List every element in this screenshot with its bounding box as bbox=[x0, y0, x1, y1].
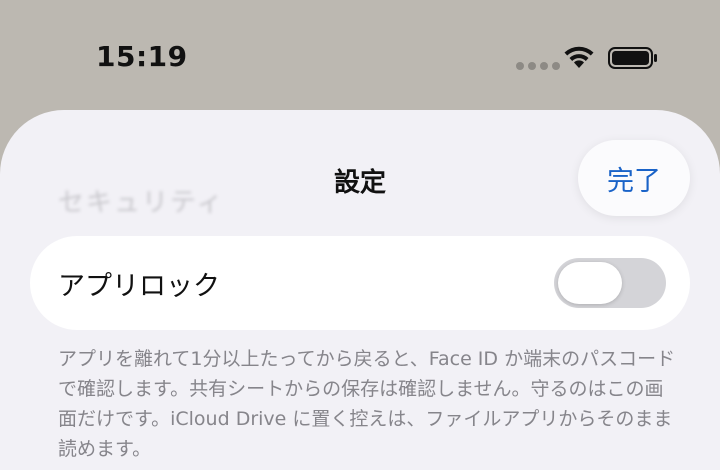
battery-icon bbox=[608, 47, 657, 69]
app-lock-footnote: アプリを離れて1分以上たってから戻ると、Face ID か端末のパスコードで確認… bbox=[58, 348, 676, 460]
app-lock-label: アプリロック bbox=[58, 271, 220, 302]
wifi-icon bbox=[564, 46, 594, 68]
status-bar: 15:19 bbox=[0, 0, 720, 110]
app-lock-row: アプリロック bbox=[30, 236, 690, 330]
app-lock-toggle[interactable] bbox=[554, 258, 666, 308]
status-time: 15:19 bbox=[96, 40, 188, 73]
toggle-knob bbox=[558, 262, 622, 304]
settings-sheet: セキュリティ 設定 完了 アプリロック アプリを離れて1分以上たってから戻ると、… bbox=[0, 110, 720, 470]
signal-dots-icon bbox=[516, 62, 560, 70]
done-button[interactable]: 完了 bbox=[578, 140, 690, 216]
